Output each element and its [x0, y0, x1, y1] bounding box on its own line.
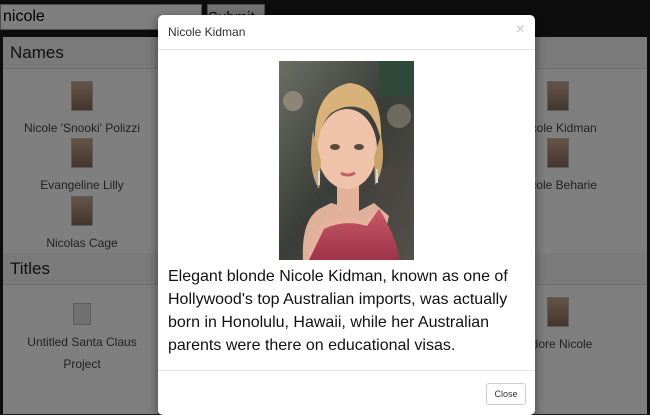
person-bio: Elegant blonde Nicole Kidman, known as o…: [168, 268, 508, 354]
modal-title: Nicole Kidman: [168, 25, 246, 39]
modal-header: Nicole Kidman ×: [158, 15, 535, 50]
person-photo: [279, 61, 414, 260]
modal-footer: Close: [158, 370, 535, 415]
person-modal: Nicole Kidman × Elegant blonde Nicole Ki…: [158, 15, 535, 415]
close-button[interactable]: Close: [486, 383, 526, 405]
close-icon[interactable]: ×: [516, 21, 525, 39]
